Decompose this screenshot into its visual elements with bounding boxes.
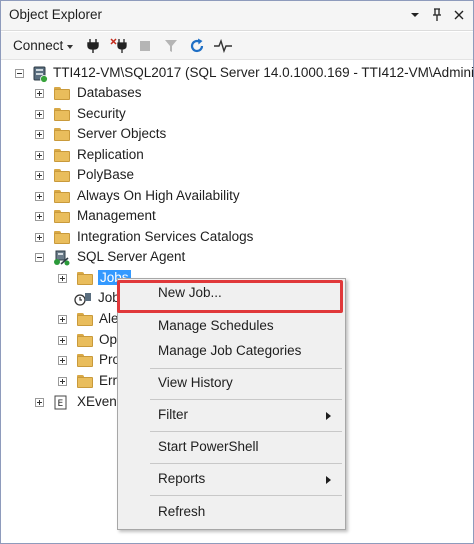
folder-icon bbox=[54, 231, 70, 244]
tree-node-label: Always On High Availability bbox=[77, 188, 240, 203]
expand-icon[interactable] bbox=[35, 130, 44, 139]
tree-node-label: Op bbox=[99, 332, 118, 347]
tree-node-server[interactable]: TTI412-VM\SQL2017 (SQL Server 14.0.1000.… bbox=[1, 64, 474, 86]
tree-node-label: SQL Server Agent bbox=[77, 249, 186, 264]
menu-item-reports[interactable]: Reports bbox=[118, 467, 345, 493]
folder-icon bbox=[54, 128, 70, 141]
expand-icon[interactable] bbox=[35, 398, 44, 407]
folder-icon bbox=[77, 354, 93, 367]
tree-node-label: Replication bbox=[77, 147, 144, 162]
menu-separator bbox=[150, 368, 342, 369]
expand-icon[interactable] bbox=[35, 171, 44, 180]
expand-icon[interactable] bbox=[58, 377, 67, 386]
folder-icon bbox=[54, 210, 70, 223]
window-position-dropdown-icon[interactable] bbox=[405, 4, 425, 26]
tree-node-databases[interactable]: Databases bbox=[1, 84, 301, 104]
tree-node-label: Server Objects bbox=[77, 126, 167, 141]
refresh-icon[interactable] bbox=[185, 35, 209, 57]
tree-node-label: Security bbox=[77, 106, 126, 121]
tree-node-label: Management bbox=[77, 208, 156, 223]
collapse-icon[interactable] bbox=[15, 69, 24, 78]
tree-node-polybase[interactable]: PolyBase bbox=[1, 166, 301, 186]
menu-item-manage-schedules[interactable]: Manage Schedules bbox=[118, 314, 345, 340]
close-icon[interactable] bbox=[449, 4, 469, 26]
expand-icon[interactable] bbox=[58, 315, 67, 324]
folder-icon bbox=[54, 190, 70, 203]
expand-icon[interactable] bbox=[35, 192, 44, 201]
menu-item-manage-job-categories[interactable]: Manage Job Categories bbox=[118, 339, 345, 365]
folder-icon bbox=[54, 169, 70, 182]
tree-node-label: XEvent bbox=[77, 394, 121, 409]
expand-icon[interactable] bbox=[35, 233, 44, 242]
tree-node-label: Databases bbox=[77, 85, 142, 100]
tree-node-integration-services[interactable]: Integration Services Catalogs bbox=[1, 228, 301, 248]
menu-item-label: View History bbox=[158, 375, 233, 390]
expand-icon[interactable] bbox=[58, 356, 67, 365]
menu-item-label: Filter bbox=[158, 407, 188, 422]
expand-icon[interactable] bbox=[58, 274, 67, 283]
tree-node-replication[interactable]: Replication bbox=[1, 146, 301, 166]
menu-separator bbox=[150, 431, 342, 432]
disconnect-icon[interactable] bbox=[107, 35, 131, 57]
menu-item-view-history[interactable]: View History bbox=[118, 371, 345, 397]
object-explorer-titlebar: Object Explorer bbox=[1, 1, 473, 31]
context-menu: New Job... Manage Schedules Manage Job C… bbox=[117, 278, 346, 530]
folder-icon bbox=[54, 87, 70, 100]
expand-icon[interactable] bbox=[35, 89, 44, 98]
object-explorer-toolbar: Connect bbox=[1, 32, 473, 60]
expand-icon[interactable] bbox=[35, 110, 44, 119]
menu-separator bbox=[150, 495, 342, 496]
tree-node-label: Integration Services Catalogs bbox=[77, 229, 254, 244]
tree-node-server-objects[interactable]: Server Objects bbox=[1, 125, 301, 145]
menu-separator bbox=[150, 463, 342, 464]
folder-icon bbox=[77, 334, 93, 347]
pin-icon[interactable] bbox=[427, 4, 447, 26]
server-icon bbox=[32, 65, 48, 86]
menu-item-label: Manage Job Categories bbox=[158, 343, 302, 358]
expand-icon[interactable] bbox=[58, 336, 67, 345]
tree-node-label: PolyBase bbox=[77, 167, 135, 182]
activity-monitor-icon[interactable] bbox=[211, 35, 235, 57]
menu-separator bbox=[150, 399, 342, 400]
menu-item-label: Refresh bbox=[158, 504, 206, 519]
folder-icon bbox=[77, 313, 93, 326]
expand-icon[interactable] bbox=[35, 151, 44, 160]
chevron-down-icon bbox=[67, 44, 74, 49]
server-label: TTI412-VM\SQL2017 (SQL Server 14.0.1000.… bbox=[53, 65, 474, 80]
submenu-arrow-icon bbox=[326, 412, 331, 420]
connect-label: Connect bbox=[13, 38, 64, 53]
connect-plug-icon[interactable] bbox=[81, 35, 105, 57]
expand-icon[interactable] bbox=[35, 212, 44, 221]
folder-icon bbox=[54, 108, 70, 121]
menu-item-label: Manage Schedules bbox=[158, 318, 274, 333]
menu-item-label: Start PowerShell bbox=[158, 439, 259, 454]
tree-node-security[interactable]: Security bbox=[1, 105, 301, 125]
tree-node-sql-server-agent[interactable]: SQL Server Agent bbox=[1, 248, 301, 268]
menu-item-filter[interactable]: Filter bbox=[118, 403, 345, 429]
menu-item-label: Reports bbox=[158, 471, 206, 486]
tree-node-always-on[interactable]: Always On High Availability bbox=[1, 187, 301, 207]
tree-node-label: Err bbox=[99, 373, 117, 388]
tree-node-management[interactable]: Management bbox=[1, 207, 301, 227]
job-activity-monitor-icon bbox=[74, 291, 92, 310]
svg-text:E: E bbox=[58, 399, 64, 409]
xevent-icon: E bbox=[54, 395, 68, 413]
filter-icon[interactable] bbox=[159, 35, 183, 57]
folder-icon bbox=[77, 272, 93, 285]
menu-item-start-powershell[interactable]: Start PowerShell bbox=[118, 435, 345, 461]
collapse-icon[interactable] bbox=[35, 253, 44, 262]
connect-dropdown-button[interactable]: Connect bbox=[11, 35, 75, 57]
tree-node-label: Ale bbox=[99, 311, 119, 326]
menu-item-refresh[interactable]: Refresh bbox=[118, 500, 345, 526]
new-job-highlight-annotation bbox=[117, 280, 343, 313]
folder-icon bbox=[77, 375, 93, 388]
folder-icon bbox=[54, 149, 70, 162]
panel-title: Object Explorer bbox=[9, 7, 103, 22]
stop-icon[interactable] bbox=[133, 35, 157, 57]
sql-agent-icon bbox=[53, 249, 71, 270]
submenu-arrow-icon bbox=[326, 476, 331, 484]
